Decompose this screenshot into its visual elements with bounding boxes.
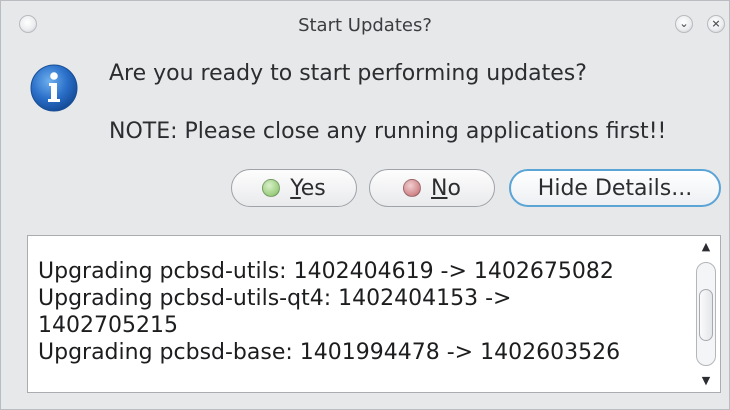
no-button[interactable]: No — [369, 169, 495, 207]
no-status-icon — [403, 179, 422, 197]
details-line: 1402705215 — [38, 313, 178, 338]
info-icon — [30, 64, 78, 112]
hide-details-button[interactable]: Hide Details... — [509, 169, 721, 207]
details-log: Upgrading pcbsd-utils: 1402404619 -> 140… — [38, 258, 698, 366]
note-text: NOTE: Please close any running applicati… — [109, 119, 667, 144]
scroll-up-icon[interactable]: ▲ — [692, 238, 720, 256]
details-text-area[interactable]: Upgrading pcbsd-utils: 1402404619 -> 140… — [27, 235, 721, 393]
details-line: Upgrading pcbsd-base: 1401994478 -> 1402… — [38, 340, 621, 365]
yes-button-label: Yes — [290, 175, 326, 201]
details-line: Upgrading pcbsd-utils-qt4: 1402404153 -> — [38, 286, 512, 311]
close-icon[interactable]: × — [707, 15, 725, 33]
scroll-track[interactable] — [696, 262, 716, 366]
scroll-down-icon[interactable]: ▼ — [692, 372, 720, 390]
hide-details-label: Hide Details... — [537, 175, 693, 201]
no-button-label: No — [431, 175, 461, 201]
question-text: Are you ready to start performing update… — [109, 61, 587, 86]
details-line: Upgrading pcbsd-utils: 1402404619 -> 140… — [38, 259, 614, 284]
window-title: Start Updates? — [298, 15, 432, 36]
minimize-icon[interactable]: ⌄ — [675, 15, 693, 33]
title-bar[interactable]: Start Updates? ⌄ × — [1, 1, 729, 41]
yes-button[interactable]: Yes — [231, 169, 357, 207]
scroll-thumb[interactable] — [699, 289, 713, 341]
start-updates-dialog: Start Updates? ⌄ × Are you ready to star… — [0, 0, 730, 410]
yes-status-icon — [262, 179, 281, 197]
vertical-scrollbar[interactable]: ▲ ▼ — [692, 236, 720, 392]
